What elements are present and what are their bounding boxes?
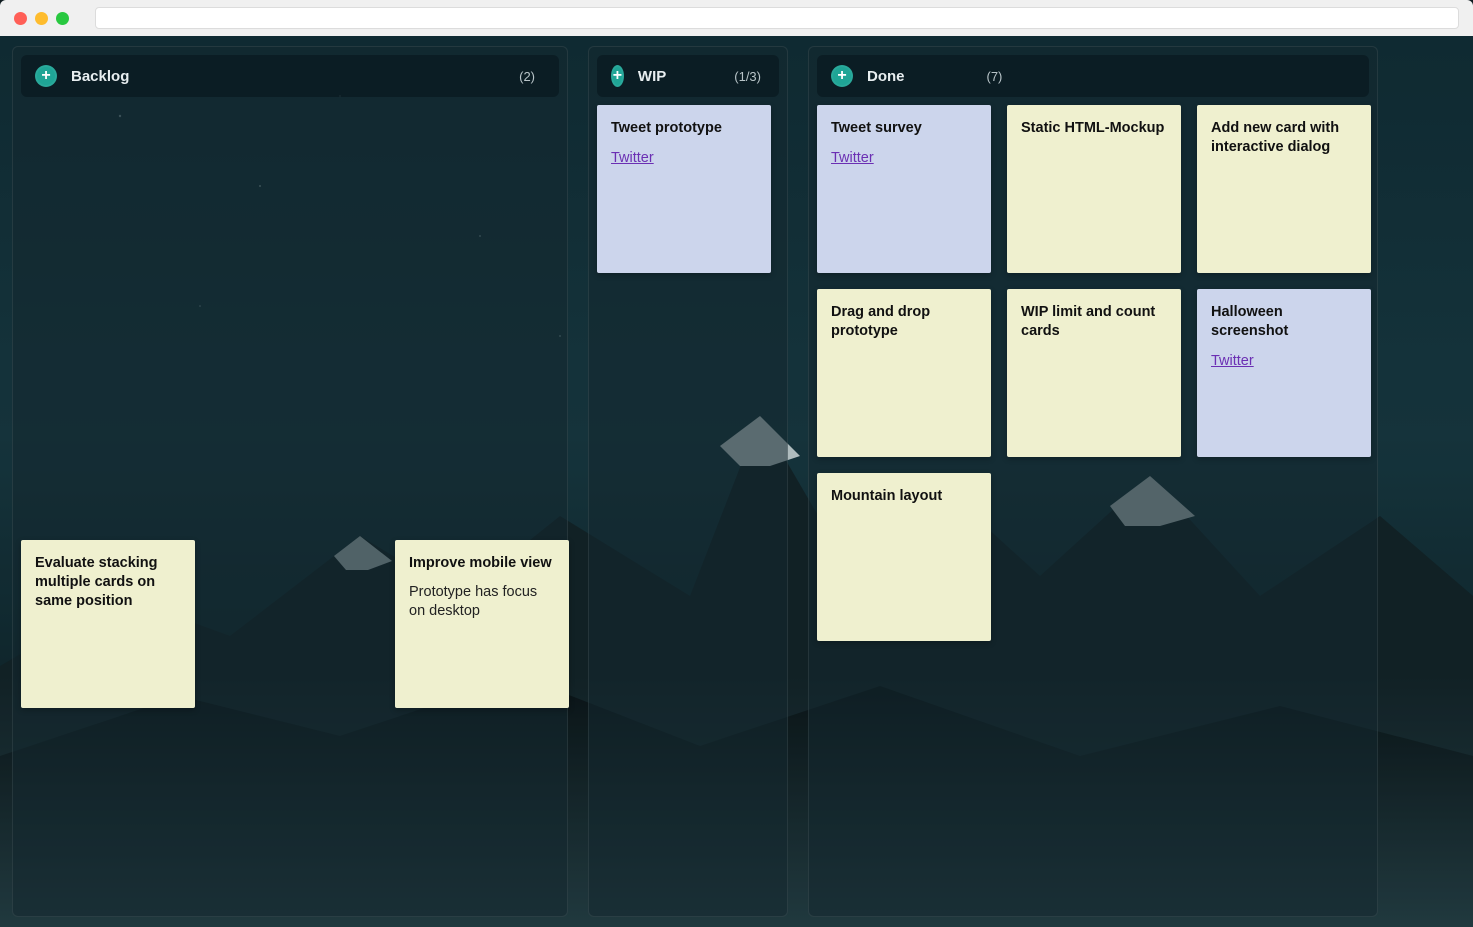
card[interactable]: Drag and drop prototype — [817, 289, 991, 457]
card-link[interactable]: Twitter — [611, 150, 654, 166]
column-header-backlog: + Backlog (2) — [21, 55, 559, 97]
card-title: Tweet survey — [831, 119, 977, 138]
card-title: Add new card with interactive dialog — [1211, 119, 1357, 157]
add-card-button[interactable]: + — [35, 65, 57, 87]
card[interactable]: WIP limit and count cards — [1007, 289, 1181, 457]
column-body[interactable]: Evaluate stacking multiple cards on same… — [13, 105, 567, 916]
card[interactable]: Static HTML-Mockup — [1007, 105, 1181, 273]
card-title: Tweet prototype — [611, 119, 757, 138]
card-body: Prototype has focus on desktop — [409, 583, 555, 622]
maximize-window-icon[interactable] — [56, 12, 69, 25]
plus-icon: + — [41, 68, 50, 84]
column-wip: + WIP (1/3) Tweet prototype Twitter — [588, 46, 788, 917]
card[interactable]: Tweet prototype Twitter — [597, 105, 771, 273]
column-title: Backlog — [71, 68, 129, 85]
card-title: Mountain layout — [831, 487, 977, 506]
column-body[interactable]: Tweet prototype Twitter — [589, 105, 787, 916]
column-count: (1/3) — [734, 69, 761, 84]
column-done: + Done (7) Tweet survey Twitter Static H… — [808, 46, 1378, 917]
board-viewport: + Backlog (2) Evaluate stacking multiple… — [0, 36, 1473, 927]
card[interactable]: Tweet survey Twitter — [817, 105, 991, 273]
card[interactable]: Halloween screenshot Twitter — [1197, 289, 1371, 457]
card[interactable]: Mountain layout — [817, 473, 991, 641]
column-count: (2) — [519, 69, 535, 84]
column-backlog: + Backlog (2) Evaluate stacking multiple… — [12, 46, 568, 917]
column-body[interactable]: Tweet survey Twitter Static HTML-Mockup … — [809, 105, 1377, 916]
plus-icon: + — [613, 68, 622, 84]
card[interactable]: Improve mobile view Prototype has focus … — [395, 540, 569, 708]
minimize-window-icon[interactable] — [35, 12, 48, 25]
card-title: Static HTML-Mockup — [1021, 119, 1167, 138]
column-title: Done — [867, 68, 905, 85]
browser-chrome — [0, 0, 1473, 36]
plus-icon: + — [837, 68, 846, 84]
card-link[interactable]: Twitter — [831, 150, 874, 166]
close-window-icon[interactable] — [14, 12, 27, 25]
add-card-button[interactable]: + — [611, 65, 624, 87]
card-link[interactable]: Twitter — [1211, 353, 1254, 369]
card-title: WIP limit and count cards — [1021, 303, 1167, 341]
card[interactable]: Evaluate stacking multiple cards on same… — [21, 540, 195, 708]
card-title: Drag and drop prototype — [831, 303, 977, 341]
column-title: WIP — [638, 68, 666, 85]
window-controls — [14, 12, 69, 25]
column-header-done: + Done (7) — [817, 55, 1369, 97]
column-count: (7) — [987, 69, 1003, 84]
card[interactable]: Add new card with interactive dialog — [1197, 105, 1371, 273]
card-title: Improve mobile view — [409, 554, 555, 573]
add-card-button[interactable]: + — [831, 65, 853, 87]
kanban-board: + Backlog (2) Evaluate stacking multiple… — [0, 36, 1473, 927]
card-title: Evaluate stacking multiple cards on same… — [35, 554, 181, 611]
address-bar[interactable] — [95, 7, 1459, 29]
card-title: Halloween screenshot — [1211, 303, 1357, 341]
column-header-wip: + WIP (1/3) — [597, 55, 779, 97]
